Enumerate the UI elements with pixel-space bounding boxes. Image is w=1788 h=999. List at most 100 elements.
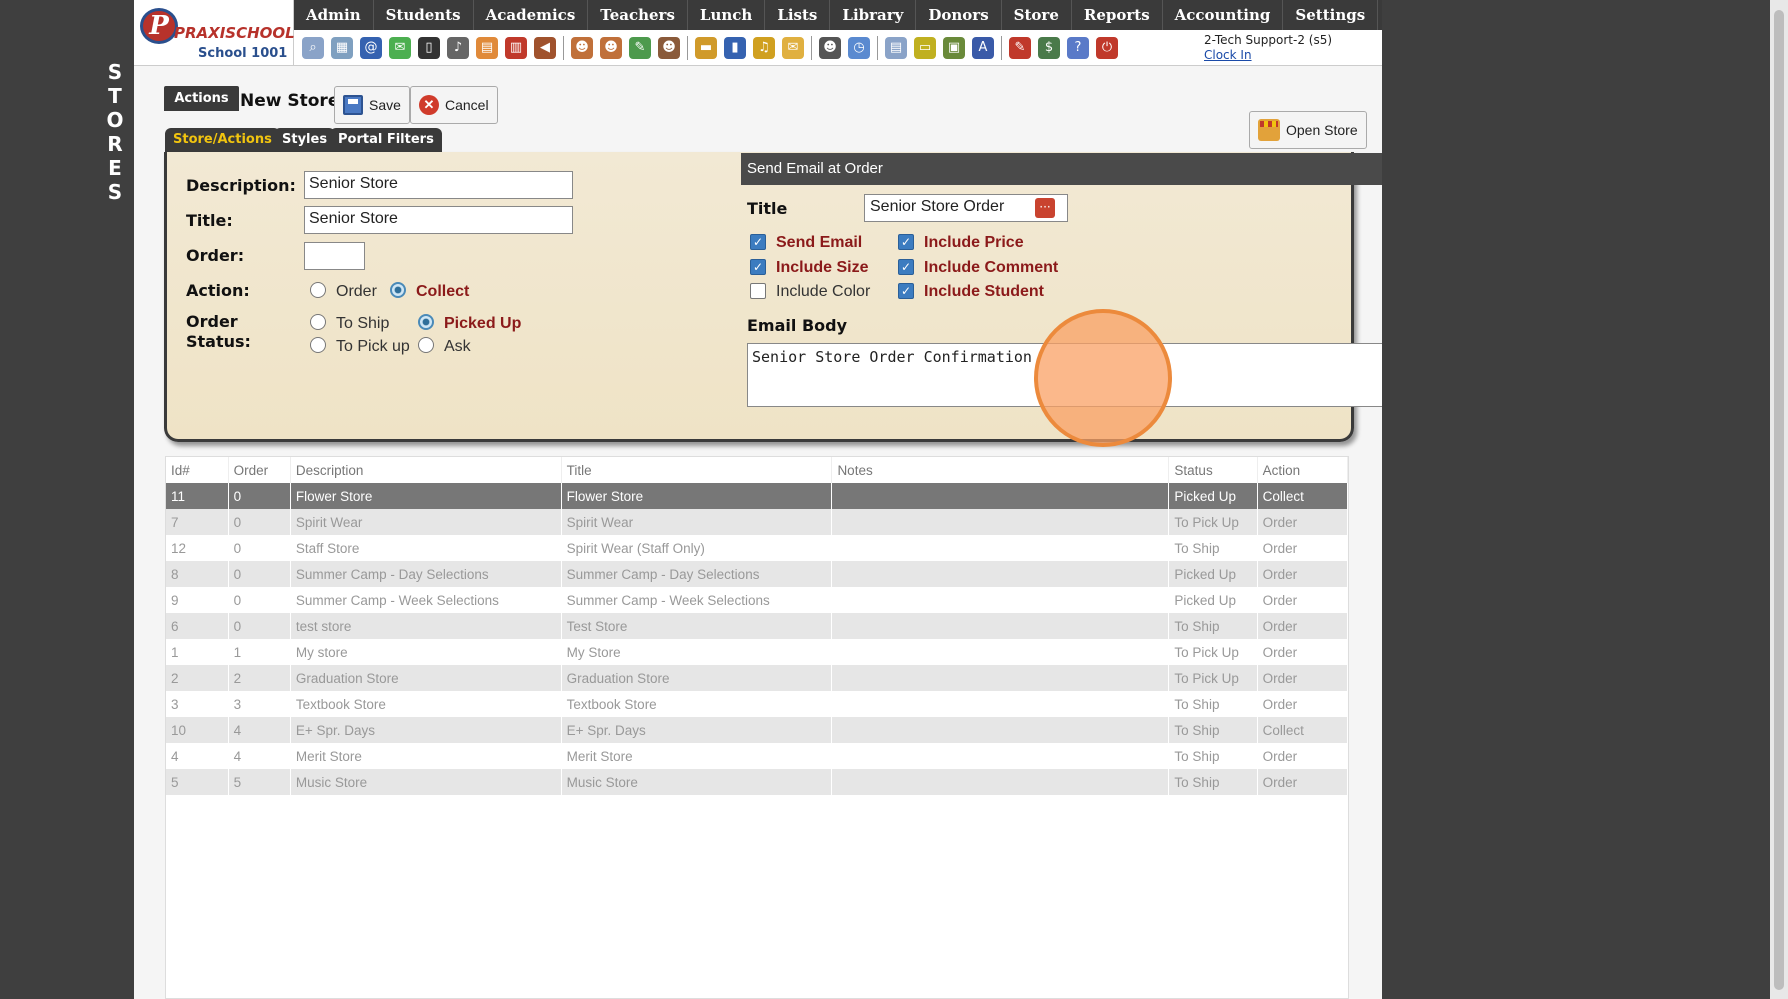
include-color-checkbox[interactable]	[750, 283, 766, 299]
family-icon[interactable]: ☻	[658, 36, 680, 59]
table-row[interactable]: 11 0 Flower Store Flower Store Picked Up Coll…	[166, 483, 1349, 509]
table-cell: Collect	[1257, 717, 1349, 743]
status-picked-up-radio[interactable]	[418, 314, 434, 330]
ap-icon[interactable]: A	[972, 36, 994, 59]
include-price-checkbox[interactable]	[898, 234, 914, 250]
table-cell	[831, 483, 1170, 509]
nav-donors[interactable]: Donors	[916, 0, 1002, 30]
include-comment-checkbox[interactable]	[898, 259, 914, 275]
student-icon[interactable]: ☻	[571, 36, 593, 59]
stores-table: Id# Order Description Title Notes Status Actio…	[165, 456, 1349, 999]
order-input[interactable]	[304, 242, 365, 270]
status-to-pick-up-radio[interactable]	[310, 337, 326, 353]
table-row[interactable]: 2 2 Graduation Store Graduation Store To Pic…	[166, 665, 1349, 691]
form-icon[interactable]: ▤	[476, 36, 498, 59]
table-header: Id# Order Description Title Notes Status Actio…	[166, 457, 1349, 483]
table-row[interactable]: 3 3 Textbook Store Textbook Store To Ship Ord…	[166, 691, 1349, 717]
table-cell	[831, 691, 1170, 717]
logo[interactable]: P PRAXISCHOOL School 1001	[134, 0, 295, 65]
status-to-ship-radio[interactable]	[310, 314, 326, 330]
include-student-checkbox[interactable]	[898, 283, 914, 299]
burger-icon[interactable]: ▬	[695, 36, 717, 59]
bell-icon[interactable]: ♫	[753, 36, 775, 59]
nav-settings[interactable]: Settings	[1283, 0, 1379, 30]
column-header[interactable]: Description	[290, 457, 562, 483]
tab-store-actions[interactable]: Store/Actions	[165, 128, 280, 152]
envelope-icon[interactable]: ✉	[782, 36, 804, 59]
open-store-button[interactable]: Open Store	[1249, 111, 1367, 149]
table-cell: To Pick Up	[1168, 509, 1258, 535]
send-email-checkbox[interactable]	[750, 234, 766, 250]
tab-portal-filters[interactable]: Portal Filters	[330, 128, 442, 152]
column-header[interactable]: Title	[561, 457, 833, 483]
megaphone-icon[interactable]: ◀	[534, 36, 556, 59]
money-icon[interactable]: $	[1038, 36, 1060, 59]
column-header[interactable]: Action	[1257, 457, 1349, 483]
include-size-checkbox[interactable]	[750, 259, 766, 275]
nav-students[interactable]: Students	[374, 0, 474, 30]
table-row[interactable]: 6 0 test store Test Store To Ship Order	[166, 613, 1349, 639]
diploma-icon[interactable]: ✎	[629, 36, 651, 59]
nav-accounting[interactable]: Accounting	[1163, 0, 1284, 30]
nav-reports[interactable]: Reports	[1072, 0, 1163, 30]
phone-icon[interactable]: ▯	[418, 36, 440, 59]
actions-button[interactable]: Actions	[164, 86, 239, 111]
scrollbar-thumb[interactable]	[1774, 10, 1784, 990]
nav-teachers[interactable]: Teachers	[588, 0, 688, 30]
action-order-radio[interactable]	[310, 282, 326, 298]
table-row[interactable]: 7 0 Spirit Wear Spirit Wear To Pick Up Order	[166, 509, 1349, 535]
table-row[interactable]: 4 4 Merit Store Merit Store To Ship Order	[166, 743, 1349, 769]
title-input[interactable]: Senior Store	[304, 206, 573, 234]
clock-in-link[interactable]: Clock In	[1204, 48, 1332, 63]
column-header[interactable]: Notes	[831, 457, 1170, 483]
table-row[interactable]: 10 4 E+ Spr. Days E+ Spr. Days To Ship Collec…	[166, 717, 1349, 743]
pdf-icon[interactable]: ✎	[1009, 36, 1031, 59]
nav-lists[interactable]: Lists	[765, 0, 831, 30]
nav-ts[interactable]: TS	[1378, 0, 1382, 30]
report-icon[interactable]: ▤	[885, 36, 907, 59]
speaker-icon[interactable]: ♪	[447, 36, 469, 59]
table-row[interactable]: 1 1 My store My Store To Pick Up Order	[166, 639, 1349, 665]
table-row[interactable]: 8 0 Summer Camp - Day Selections Summer Cam…	[166, 561, 1349, 587]
nav-admin[interactable]: Admin	[294, 0, 374, 30]
column-header[interactable]: Order	[228, 457, 291, 483]
nav-library[interactable]: Library	[830, 0, 917, 30]
table-cell: Music Store	[561, 769, 833, 795]
save-button[interactable]: Save	[334, 86, 410, 124]
at-icon[interactable]: @	[360, 36, 382, 59]
more-options-icon[interactable]: ···	[1035, 198, 1055, 218]
table-cell: Graduation Store	[290, 665, 562, 691]
teacher-icon[interactable]: ☻	[600, 36, 622, 59]
table-row[interactable]: 9 0 Summer Camp - Week Selections Summer Ca…	[166, 587, 1349, 613]
scrollbar[interactable]	[1770, 0, 1788, 999]
staff-icon[interactable]: ☻	[819, 36, 841, 59]
nav-academics[interactable]: Academics	[474, 0, 589, 30]
table-cell: Collect	[1257, 483, 1349, 509]
help-icon[interactable]: ?	[1067, 36, 1089, 59]
cancel-button[interactable]: ✕ Cancel	[410, 86, 498, 124]
power-icon[interactable]: ⏻	[1096, 36, 1118, 59]
register-icon[interactable]: ▣	[943, 36, 965, 59]
table-row[interactable]: 12 0 Staff Store Spirit Wear (Staff Only) To…	[166, 535, 1349, 561]
column-header[interactable]: Id#	[166, 457, 229, 483]
toolbar-separator	[1001, 35, 1002, 60]
table-cell: 0	[228, 483, 291, 509]
chat-icon[interactable]: ✉	[389, 36, 411, 59]
action-collect-radio[interactable]	[390, 282, 406, 298]
tab-styles[interactable]: Styles	[274, 128, 336, 152]
calendar-icon[interactable]: ▥	[505, 36, 527, 59]
book-icon[interactable]: ▮	[724, 36, 746, 59]
card-icon[interactable]: ▭	[914, 36, 936, 59]
nav-store[interactable]: Store	[1002, 0, 1072, 30]
column-header[interactable]: Status	[1168, 457, 1258, 483]
grid-icon[interactable]: ▦	[331, 36, 353, 59]
search-icon[interactable]: ⌕	[302, 36, 324, 59]
status-ask-radio[interactable]	[418, 337, 434, 353]
table-row[interactable]: 5 5 Music Store Music Store To Ship Order	[166, 769, 1349, 795]
clock-icon[interactable]: ◷	[848, 36, 870, 59]
user-info: 2-Tech Support-2 (s5) Clock In	[1204, 33, 1332, 63]
nav-lunch[interactable]: Lunch	[688, 0, 766, 30]
table-cell	[831, 639, 1170, 665]
table-cell: Summer Camp - Day Selections	[561, 561, 833, 587]
description-input[interactable]: Senior Store	[304, 171, 573, 199]
